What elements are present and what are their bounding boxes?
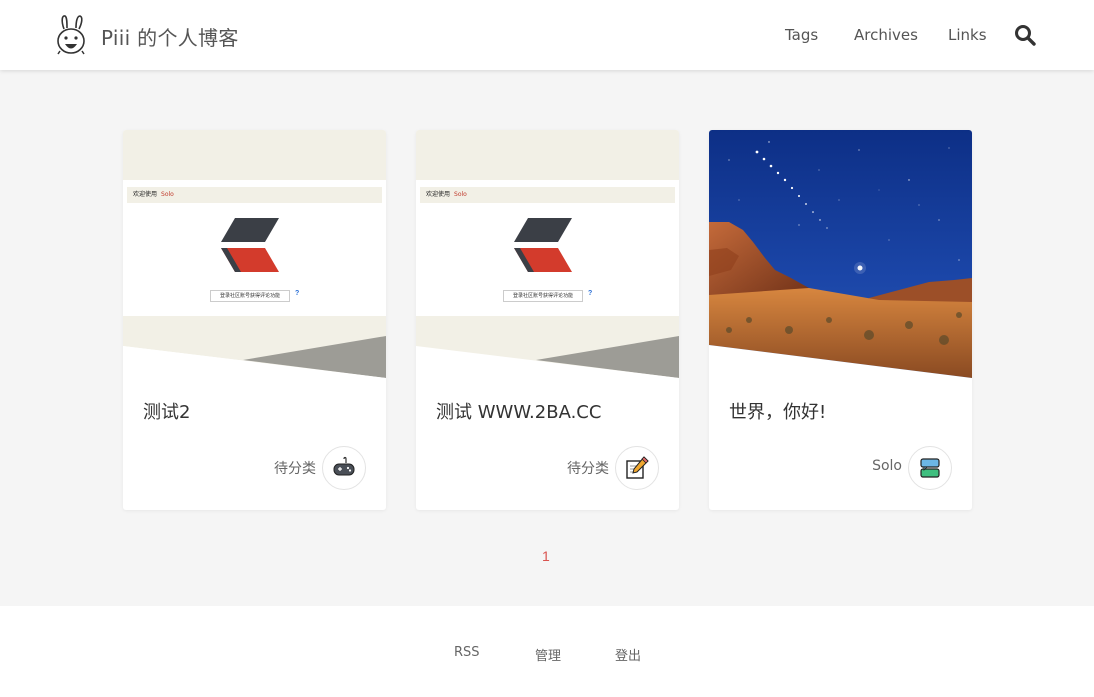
post-title[interactable]: 世界，你好! (729, 398, 826, 424)
memo-pencil-icon[interactable] (615, 446, 659, 490)
footer-rss-link[interactable]: RSS (454, 645, 480, 660)
help-icon: ? (588, 290, 593, 297)
site-footer: RSS 管理 登出 (0, 606, 1094, 697)
mock-footer-shapes (416, 316, 679, 378)
solo-logo-icon (514, 218, 572, 272)
post-card[interactable]: 欢迎使用 Solo 登录社区账号获得评论功能 ? 测试2 待分类 (123, 130, 386, 510)
footer-logout-link[interactable]: 登出 (615, 645, 641, 664)
mock-welcome-bar: 欢迎使用 Solo (420, 187, 675, 203)
mock-login-input: 登录社区账号获得评论功能 (210, 290, 290, 302)
mock-welcome-bar: 欢迎使用 Solo (127, 187, 382, 203)
rabbit-logo-icon[interactable] (54, 13, 88, 55)
mock-login-input: 登录社区账号获得评论功能 (503, 290, 583, 302)
post-title[interactable]: 测试 WWW.2BA.CC (436, 398, 601, 424)
help-icon: ? (295, 290, 300, 297)
mock-footer-shapes (123, 316, 386, 378)
site-title[interactable]: Piii 的个人博客 (101, 22, 239, 51)
post-category[interactable]: 待分类 (274, 458, 316, 478)
desert-night-sky-image (709, 130, 972, 378)
post-card[interactable]: 欢迎使用 Solo 登录社区账号获得评论功能 ? 测试 WWW.2BA.CC 待分… (416, 130, 679, 510)
mock-banner (123, 130, 386, 180)
post-thumbnail[interactable]: 欢迎使用 Solo 登录社区账号获得评论功能 ? (416, 130, 679, 378)
footer-admin-link[interactable]: 管理 (535, 645, 561, 664)
nav-archives[interactable]: Archives (854, 26, 918, 44)
post-category[interactable]: 待分类 (567, 458, 609, 478)
solo-logo-icon (221, 218, 279, 272)
chat-bubbles-icon[interactable] (908, 446, 952, 490)
search-icon[interactable] (1014, 24, 1036, 46)
nav-links[interactable]: Links (948, 26, 987, 44)
nav-tags[interactable]: Tags (785, 26, 818, 44)
gamepad-icon[interactable] (322, 446, 366, 490)
post-card[interactable]: 世界，你好! Solo (709, 130, 972, 510)
mock-banner (416, 130, 679, 180)
site-header: Piii 的个人博客 Tags Archives Links (0, 0, 1094, 70)
pagination-page-1[interactable]: 1 (542, 548, 550, 564)
post-thumbnail[interactable] (709, 130, 972, 378)
post-thumbnail[interactable]: 欢迎使用 Solo 登录社区账号获得评论功能 ? (123, 130, 386, 378)
post-category[interactable]: Solo (872, 458, 902, 474)
post-title[interactable]: 测试2 (143, 398, 190, 424)
